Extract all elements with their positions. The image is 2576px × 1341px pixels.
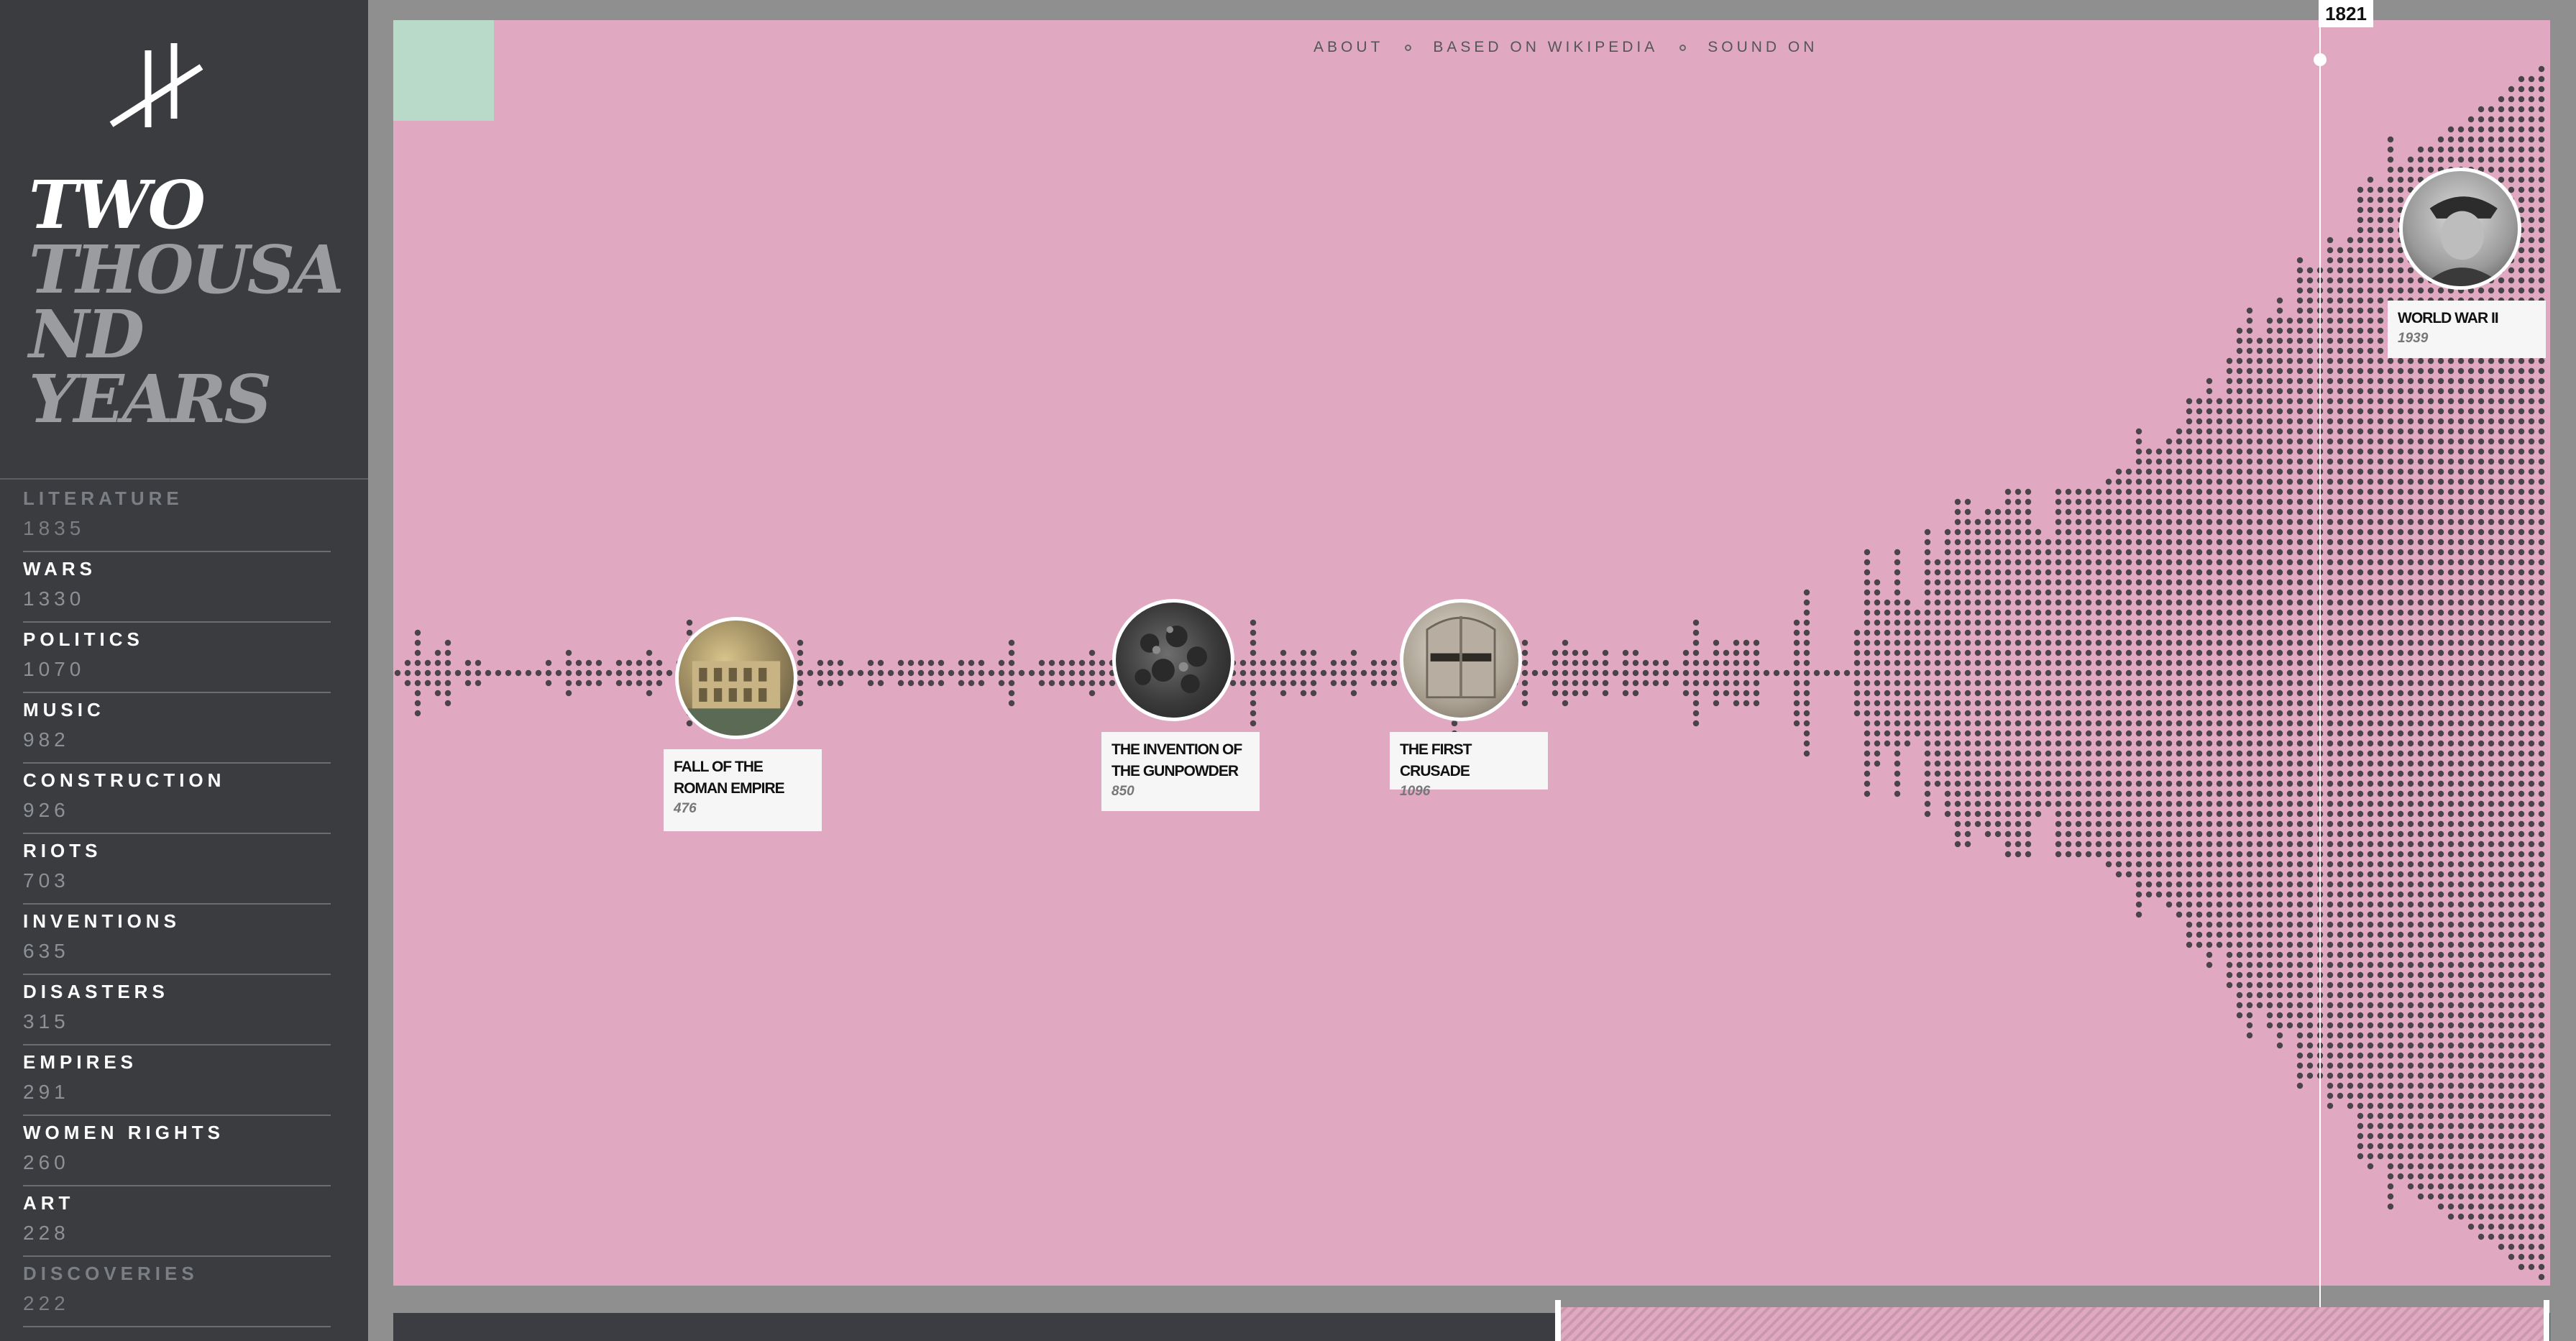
category-name: ART bbox=[23, 1192, 75, 1214]
category-list: LITERATURE 1835 WARS 1330 POLITICS 1070 … bbox=[0, 482, 331, 1327]
category-count: 982 bbox=[23, 728, 70, 751]
category-name: EMPIRES bbox=[23, 1051, 138, 1073]
category-name: DISASTERS bbox=[23, 981, 169, 1002]
about-link[interactable]: ABOUT bbox=[1314, 39, 1383, 56]
logo-icon[interactable] bbox=[108, 40, 208, 133]
event-card-roman-empire[interactable]: FALL OF THE ROMAN EMPIRE 476 bbox=[664, 749, 822, 831]
category-name: WARS bbox=[23, 558, 96, 580]
event-name-line-2: ROMAN EMPIRE bbox=[674, 780, 785, 797]
category-count: 228 bbox=[23, 1222, 70, 1244]
selection-handle-right[interactable] bbox=[2544, 1300, 2549, 1341]
category-count: 222 bbox=[23, 1292, 70, 1314]
timeline-canvas[interactable]: ABOUT BASED ON WIKIPEDIA SOUND ON FALL O… bbox=[393, 20, 2550, 1286]
colosseum-icon[interactable] bbox=[675, 617, 797, 739]
category-item-politics[interactable]: POLITICS 1070 bbox=[23, 623, 331, 693]
event-year: 850 bbox=[1111, 784, 1135, 799]
category-count: 926 bbox=[23, 799, 70, 821]
nav-separator-icon bbox=[1679, 44, 1687, 51]
event-name-line-1: FALL OF THE bbox=[674, 759, 764, 775]
event-name-line-1: WORLD WAR II bbox=[2398, 310, 2499, 326]
event-name-line-2: THE GUNPOWDER bbox=[1111, 763, 1239, 779]
sidebar-divider bbox=[0, 478, 368, 480]
timeline-selection-window[interactable] bbox=[1558, 1307, 2549, 1341]
year-indicator-handle[interactable] bbox=[2314, 53, 2327, 66]
category-name: CONSTRUCTION bbox=[23, 769, 226, 791]
event-card-first-crusade[interactable]: THE FIRST CRUSADE 1096 bbox=[1390, 732, 1548, 799]
category-name: MUSIC bbox=[23, 699, 105, 720]
selection-handle-left[interactable] bbox=[1555, 1300, 1561, 1341]
category-count: 315 bbox=[23, 1010, 70, 1033]
event-card-gunpowder[interactable]: THE INVENTION OF THE GUNPOWDER 850 bbox=[1101, 732, 1260, 811]
category-item-empires[interactable]: EMPIRES 291 bbox=[23, 1045, 331, 1116]
category-name: INVENTIONS bbox=[23, 910, 180, 932]
category-item-construction[interactable]: CONSTRUCTION 926 bbox=[23, 764, 331, 834]
nav-separator-icon bbox=[1405, 44, 1412, 51]
year-indicator-line[interactable] bbox=[2319, 14, 2321, 1341]
wikipedia-link[interactable]: BASED ON WIKIPEDIA bbox=[1433, 39, 1658, 56]
category-count: 703 bbox=[23, 869, 70, 892]
category-count: 260 bbox=[23, 1151, 70, 1173]
category-count: 291 bbox=[23, 1081, 70, 1103]
category-item-wars[interactable]: WARS 1330 bbox=[23, 552, 331, 623]
category-name: POLITICS bbox=[23, 628, 144, 650]
sound-toggle[interactable]: SOUND ON bbox=[1708, 39, 1818, 56]
event-name-line-1: THE FIRST CRUSADE bbox=[1400, 741, 1472, 779]
title-line-1: TWO bbox=[29, 166, 206, 244]
category-item-riots[interactable]: RIOTS 703 bbox=[23, 834, 331, 905]
category-item-literature[interactable]: LITERATURE 1835 bbox=[23, 482, 331, 552]
title-line-4: YEARS bbox=[29, 360, 272, 438]
category-count: 1330 bbox=[23, 587, 86, 610]
portrait-icon[interactable] bbox=[2399, 168, 2521, 290]
category-item-inventions[interactable]: INVENTIONS 635 bbox=[23, 905, 331, 975]
category-item-discoveries[interactable]: DISCOVERIES 222 bbox=[23, 1257, 331, 1327]
current-year-label: 1821 bbox=[2319, 0, 2373, 27]
event-card-world-war-ii[interactable]: WORLD WAR II 1939 bbox=[2388, 301, 2546, 358]
event-name-line-1: THE INVENTION OF bbox=[1111, 741, 1242, 758]
category-name: WOMEN RIGHTS bbox=[23, 1122, 224, 1143]
category-item-music[interactable]: MUSIC 982 bbox=[23, 693, 331, 764]
category-count: 1835 bbox=[23, 517, 86, 539]
event-year: 1939 bbox=[2398, 331, 2429, 346]
category-item-disasters[interactable]: DISASTERS 315 bbox=[23, 975, 331, 1045]
category-count: 635 bbox=[23, 940, 70, 962]
category-count: 1070 bbox=[23, 658, 86, 680]
sidebar: TWO THOUSA ND YEARS LITERATURE 1835 WARS… bbox=[0, 0, 368, 1341]
category-name: DISCOVERIES bbox=[23, 1263, 198, 1284]
category-name: LITERATURE bbox=[23, 488, 183, 509]
title-line-2: THOUSA bbox=[29, 231, 344, 308]
gunpowder-icon[interactable] bbox=[1112, 599, 1234, 721]
category-item-art[interactable]: ART 228 bbox=[23, 1186, 331, 1257]
category-item-women-rights[interactable]: WOMEN RIGHTS 260 bbox=[23, 1116, 331, 1186]
app-title: TWO THOUSA ND YEARS bbox=[29, 166, 344, 438]
helmet-icon[interactable] bbox=[1400, 599, 1522, 721]
event-year: 476 bbox=[674, 801, 697, 816]
title-line-3: ND bbox=[29, 296, 145, 373]
event-year: 1096 bbox=[1400, 784, 1431, 799]
category-name: RIOTS bbox=[23, 840, 102, 861]
top-nav: ABOUT BASED ON WIKIPEDIA SOUND ON bbox=[1314, 39, 1818, 56]
